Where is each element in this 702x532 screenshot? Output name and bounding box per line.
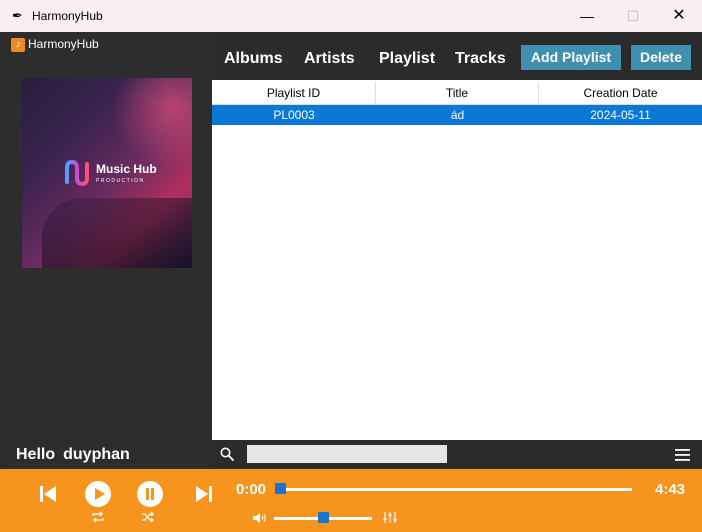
cell-title: ád — [450, 108, 465, 122]
app-logo-icon: ♪ — [11, 38, 25, 52]
menu-icon[interactable] — [675, 449, 690, 461]
playlist-table: Playlist ID Title Creation Date PL0003 á… — [212, 80, 702, 440]
search-bar — [212, 440, 702, 469]
current-time: 0:00 — [236, 481, 267, 498]
total-time: 4:43 — [655, 481, 686, 498]
minimize-button[interactable]: — — [564, 0, 610, 32]
shuffle-icon[interactable] — [141, 511, 155, 523]
pause-button[interactable] — [136, 480, 164, 508]
maximize-button[interactable]: ☐ — [610, 0, 656, 32]
cell-playlist-id: PL0003 — [273, 108, 315, 122]
album-cover-image: Music Hub PRODUCTION — [22, 78, 192, 268]
title-bar: ✒ HarmonyHub — ☐ ✕ — [0, 0, 702, 32]
feather-icon: ✒ — [12, 8, 23, 23]
greeting-label: Hello — [16, 446, 56, 463]
top-navigation: Albums Artists Playlist Tracks Add Playl… — [212, 32, 702, 80]
play-button[interactable] — [84, 480, 112, 508]
cover-logo-text: Music Hub — [96, 162, 157, 176]
player-bar: 0:00 4:43 — [0, 469, 702, 532]
progress-handle[interactable] — [275, 483, 286, 494]
username: duyphan — [63, 446, 130, 463]
table-header: Playlist ID Title Creation Date — [212, 82, 702, 105]
volume-handle[interactable] — [317, 512, 329, 523]
tab-tracks[interactable]: Tracks — [455, 50, 506, 68]
search-input[interactable] — [247, 445, 447, 463]
add-playlist-button[interactable]: Add Playlist — [521, 45, 621, 70]
column-header-creation-date[interactable]: Creation Date — [539, 82, 702, 104]
brand-label: HarmonyHub — [28, 37, 99, 51]
delete-button[interactable]: Delete — [631, 45, 691, 70]
window-title: HarmonyHub — [32, 9, 103, 23]
cover-glow — [112, 78, 192, 168]
previous-track-icon[interactable] — [38, 484, 58, 504]
cover-hand-shape — [42, 198, 192, 268]
tab-albums[interactable]: Albums — [224, 50, 283, 68]
table-row[interactable]: PL0003 ád 2024-05-11 — [212, 105, 702, 125]
next-track-icon[interactable] — [194, 484, 214, 504]
column-header-title[interactable]: Title — [376, 82, 539, 104]
search-icon[interactable] — [220, 447, 234, 461]
cell-creation-date: 2024-05-11 — [590, 108, 651, 122]
music-hub-logo-icon — [65, 159, 89, 187]
repeat-icon[interactable] — [91, 511, 105, 523]
greeting: Hello duyphan — [16, 446, 130, 464]
cover-logo-subtext: PRODUCTION — [96, 178, 145, 184]
tab-playlist[interactable]: Playlist — [379, 50, 435, 68]
column-header-playlist-id[interactable]: Playlist ID — [212, 82, 376, 104]
tab-artists[interactable]: Artists — [304, 50, 355, 68]
volume-icon[interactable] — [252, 512, 267, 524]
progress-track[interactable] — [276, 488, 632, 491]
equalizer-icon[interactable] — [383, 511, 397, 524]
sidebar: ♪ HarmonyHub Music Hub PRODUCTION Hello d… — [4, 32, 212, 469]
close-button[interactable]: ✕ — [656, 0, 702, 32]
